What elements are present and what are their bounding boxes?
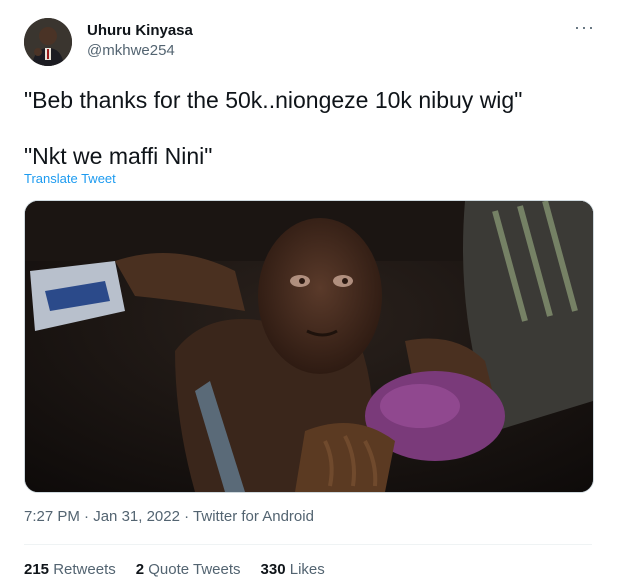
author-handle[interactable]: @mkhwe254 [87,42,175,59]
tweet-stats: 215 Retweets 2 Quote Tweets 330 Likes [24,561,345,578]
retweets-count: 215 [24,561,50,578]
avatar[interactable] [24,18,72,66]
quote-tweets-label: Quote Tweets [148,561,241,578]
translate-tweet-link[interactable]: Translate Tweet [24,171,116,186]
likes-label: Likes [289,561,325,578]
quote-tweets-count: 2 [135,561,145,578]
tweet-media-image[interactable] [24,200,594,493]
tweet-text-line-2: "Nkt we maffi Nini" [24,143,213,169]
tweet-source[interactable]: Twitter for Android [193,508,314,525]
tweet-date[interactable]: Jan 31, 2022 [93,508,180,525]
likes-count: 330 [260,561,286,578]
likes-stat[interactable]: 330 Likes [261,561,325,578]
tweet-text-line-1: "Beb thanks for the 50k..niongeze 10k ni… [24,87,523,113]
tweet-card: Uhuru Kinyasa @mkhwe254 ··· "Beb thanks … [0,0,620,583]
ellipsis-icon[interactable]: ··· [574,18,595,36]
retweets-label: Retweets [53,561,116,578]
divider [24,544,592,545]
tweet-timestamp[interactable]: 7:27 PM · Jan 31, 2022 · Twitter for And… [24,508,314,525]
quote-tweets-stat[interactable]: 2 Quote Tweets [136,561,241,578]
retweets-stat[interactable]: 215 Retweets [24,561,116,578]
author-name[interactable]: Uhuru Kinyasa [87,22,193,39]
meta-separator: · [179,508,194,525]
meta-separator: · [79,508,94,525]
tweet-time[interactable]: 7:27 PM [24,508,80,525]
